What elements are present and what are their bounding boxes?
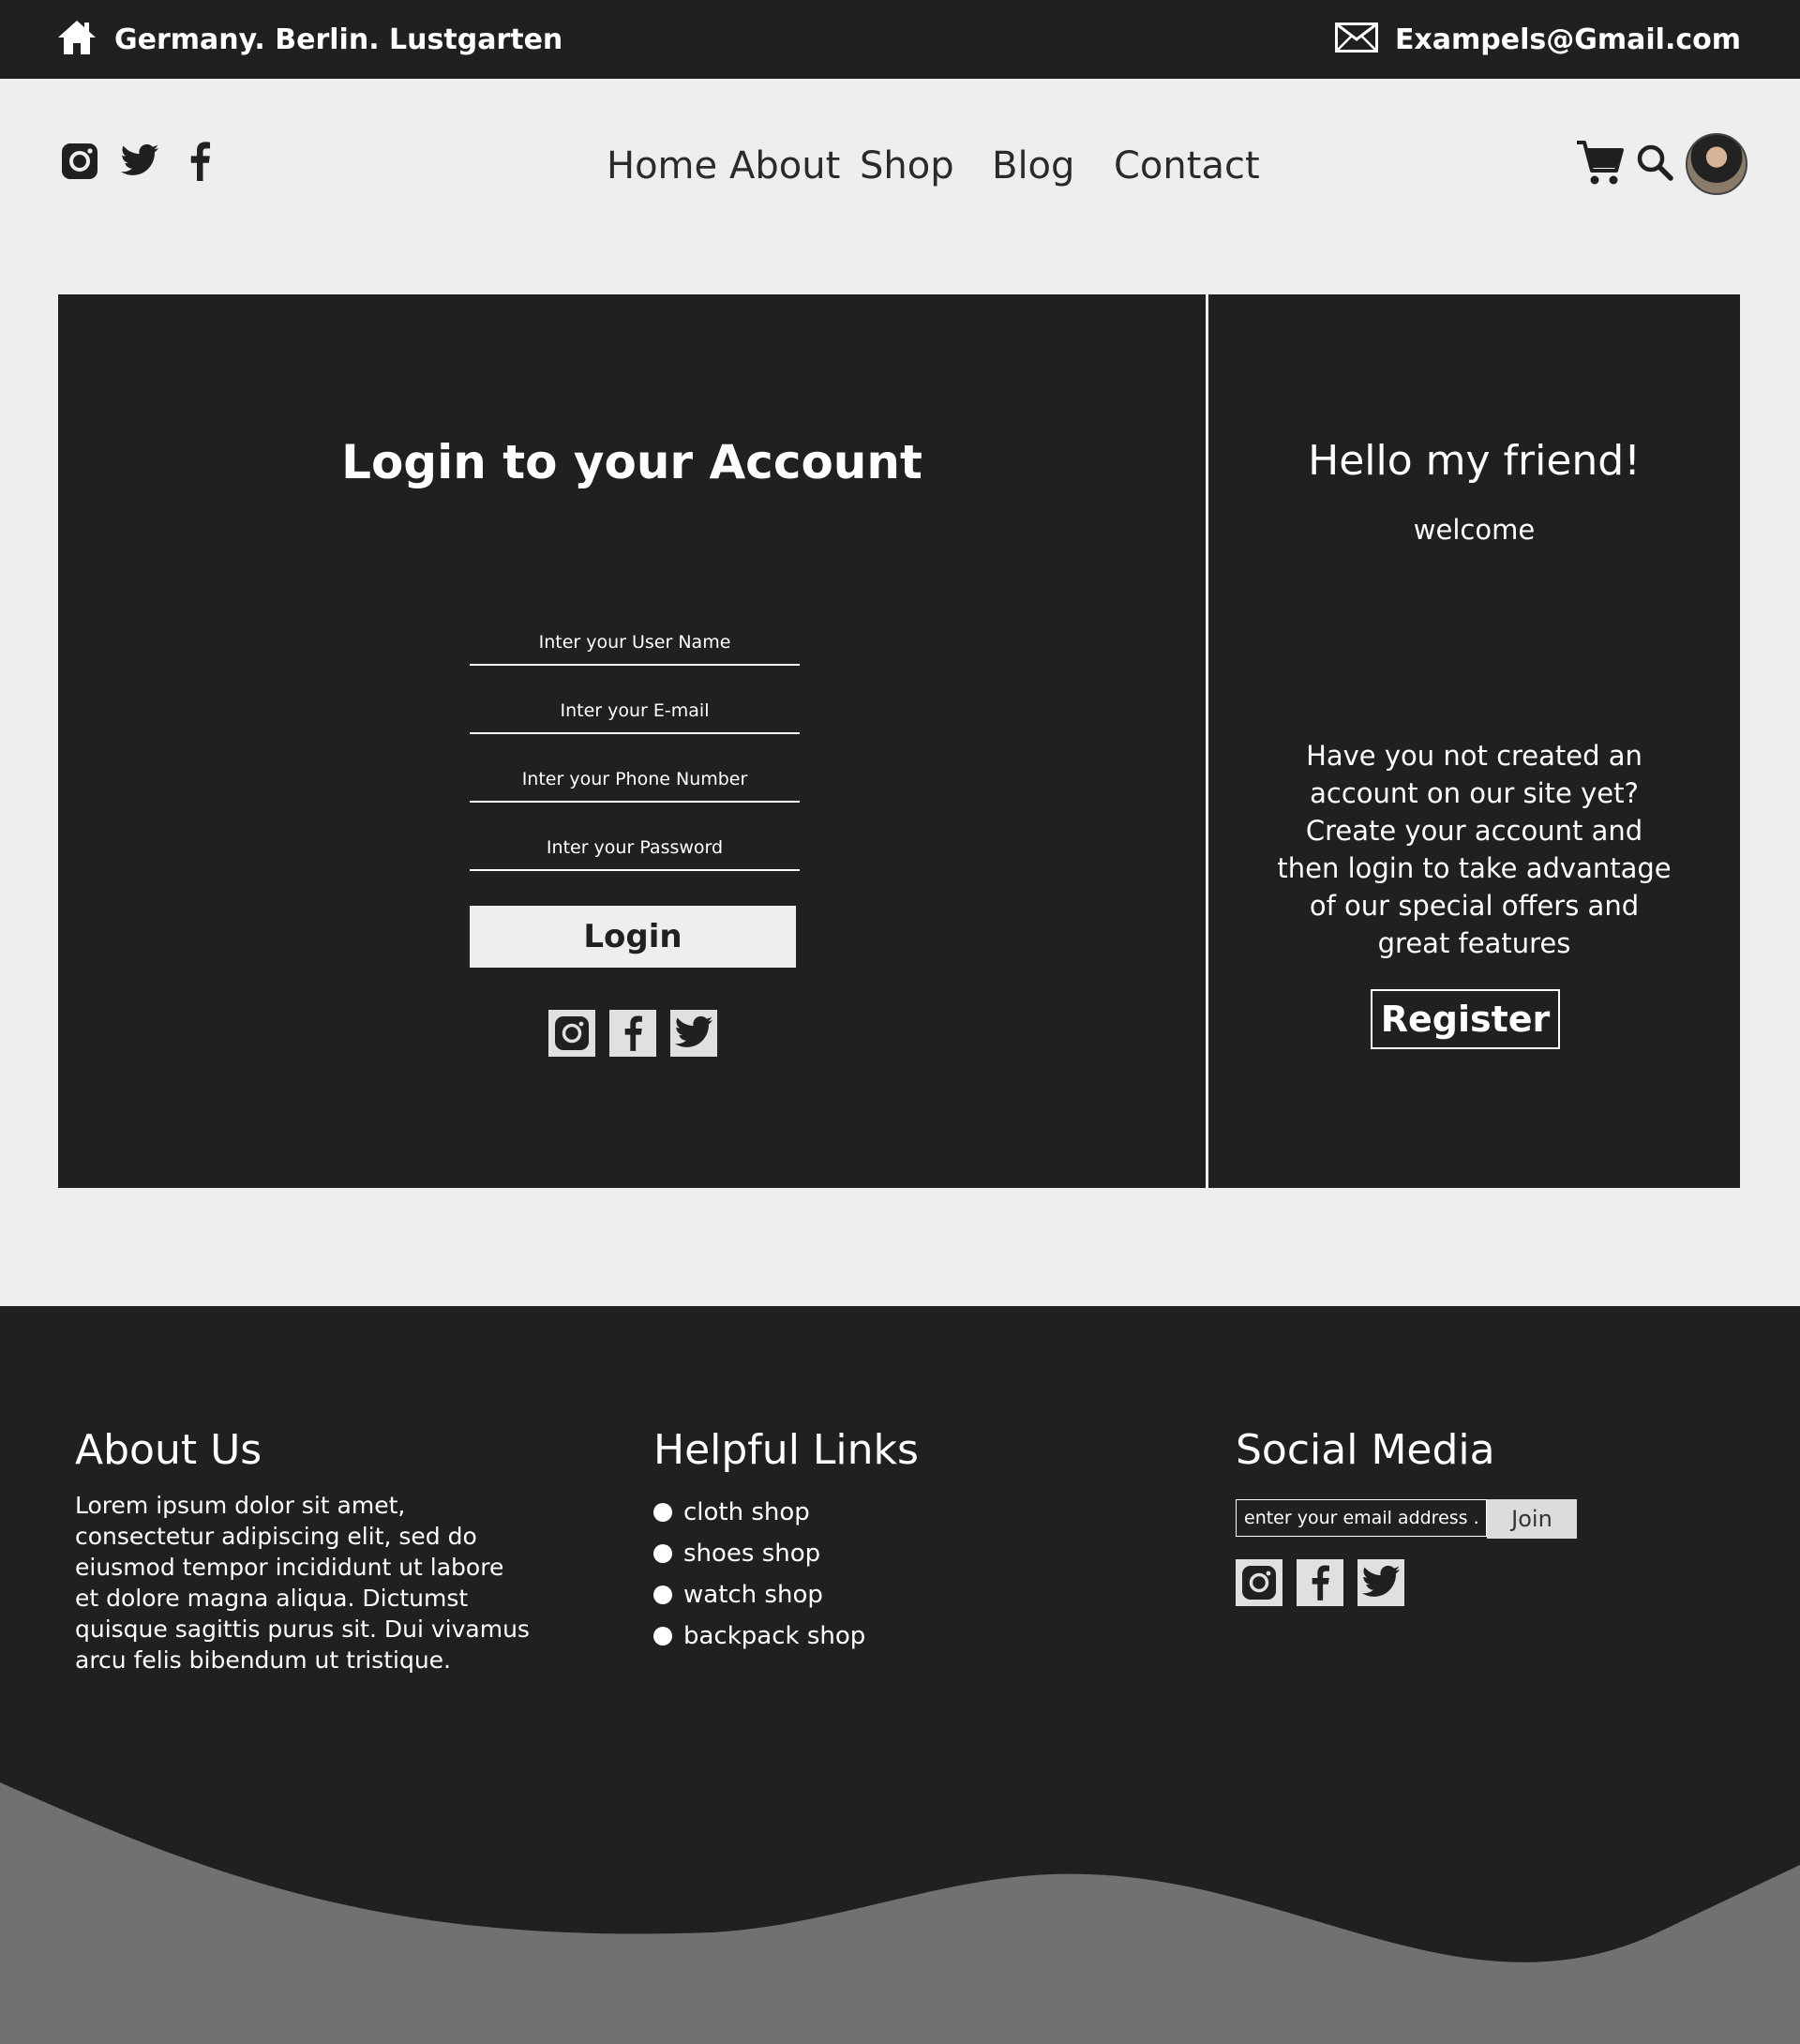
hello-heading: Hello my friend! (1308, 437, 1641, 485)
search-icon[interactable] (1635, 143, 1674, 186)
address: Germany. Berlin. Lustgarten (56, 0, 562, 79)
join-button[interactable]: Join (1487, 1499, 1577, 1539)
phone-field[interactable] (470, 758, 800, 803)
email-field[interactable] (470, 689, 800, 734)
nav-about[interactable]: About (729, 144, 840, 188)
twitter-icon[interactable] (1358, 1559, 1404, 1606)
link-shoes-shop[interactable]: shoes shop (653, 1533, 865, 1574)
nav-shop[interactable]: Shop (860, 144, 954, 188)
helpful-links-title: Helpful Links (653, 1426, 919, 1474)
cart-icon[interactable] (1575, 137, 1624, 191)
email-text[interactable]: Exampels@Gmail.com (1395, 23, 1741, 56)
about-us-text: Lorem ipsum dolor sit amet, consectetur … (75, 1492, 530, 1674)
top-bar: Germany. Berlin. Lustgarten Exampels@Gma… (0, 0, 1800, 79)
bullet-icon (653, 1544, 672, 1563)
helpful-links-list: cloth shop shoes shop watch shop backpac… (653, 1492, 865, 1657)
newsletter-email-input[interactable] (1236, 1499, 1487, 1537)
facebook-icon[interactable] (1297, 1559, 1343, 1606)
main-nav: Home About Shop Blog Contact (0, 144, 1800, 201)
header-actions (1575, 133, 1748, 195)
email-contact[interactable]: Exampels@Gmail.com (1334, 0, 1741, 79)
bullet-icon (653, 1586, 672, 1604)
login-panel: Login to your Account Login (58, 294, 1206, 1188)
twitter-icon[interactable] (670, 1010, 717, 1057)
instagram-icon[interactable] (1236, 1559, 1282, 1606)
password-field[interactable] (470, 826, 800, 871)
bullet-icon (653, 1627, 672, 1646)
nav-home[interactable]: Home (607, 144, 717, 188)
header: Home About Shop Blog Contact (0, 79, 1800, 253)
instagram-icon[interactable] (548, 1010, 595, 1057)
avatar[interactable] (1686, 133, 1748, 195)
link-cloth-shop[interactable]: cloth shop (653, 1492, 865, 1533)
link-backpack-shop[interactable]: backpack shop (653, 1616, 865, 1657)
nav-blog[interactable]: Blog (992, 144, 1074, 188)
about-us-title: About Us (75, 1426, 262, 1474)
newsletter-form: Join (1236, 1499, 1577, 1539)
login-button[interactable]: Login (470, 906, 796, 968)
footer: About Us Lorem ipsum dolor sit amet, con… (0, 1306, 1800, 2044)
login-social-links (548, 1010, 717, 1057)
mail-icon (1334, 23, 1378, 56)
welcome-text: welcome (1413, 514, 1536, 546)
link-watch-shop[interactable]: watch shop (653, 1574, 865, 1616)
address-text: Germany. Berlin. Lustgarten (114, 23, 563, 56)
facebook-icon[interactable] (609, 1010, 656, 1057)
social-media-title: Social Media (1236, 1426, 1495, 1474)
home-icon (56, 19, 98, 60)
welcome-panel: Hello my friend! welcome Have you not cr… (1208, 294, 1740, 1188)
username-field[interactable] (470, 621, 800, 666)
bullet-icon (653, 1503, 672, 1522)
register-button[interactable]: Register (1371, 989, 1560, 1049)
nav-contact[interactable]: Contact (1114, 144, 1260, 188)
login-title: Login to your Account (341, 435, 922, 489)
footer-social-links (1236, 1559, 1404, 1606)
register-promo-text: Have you not created an account on our s… (1277, 740, 1672, 959)
